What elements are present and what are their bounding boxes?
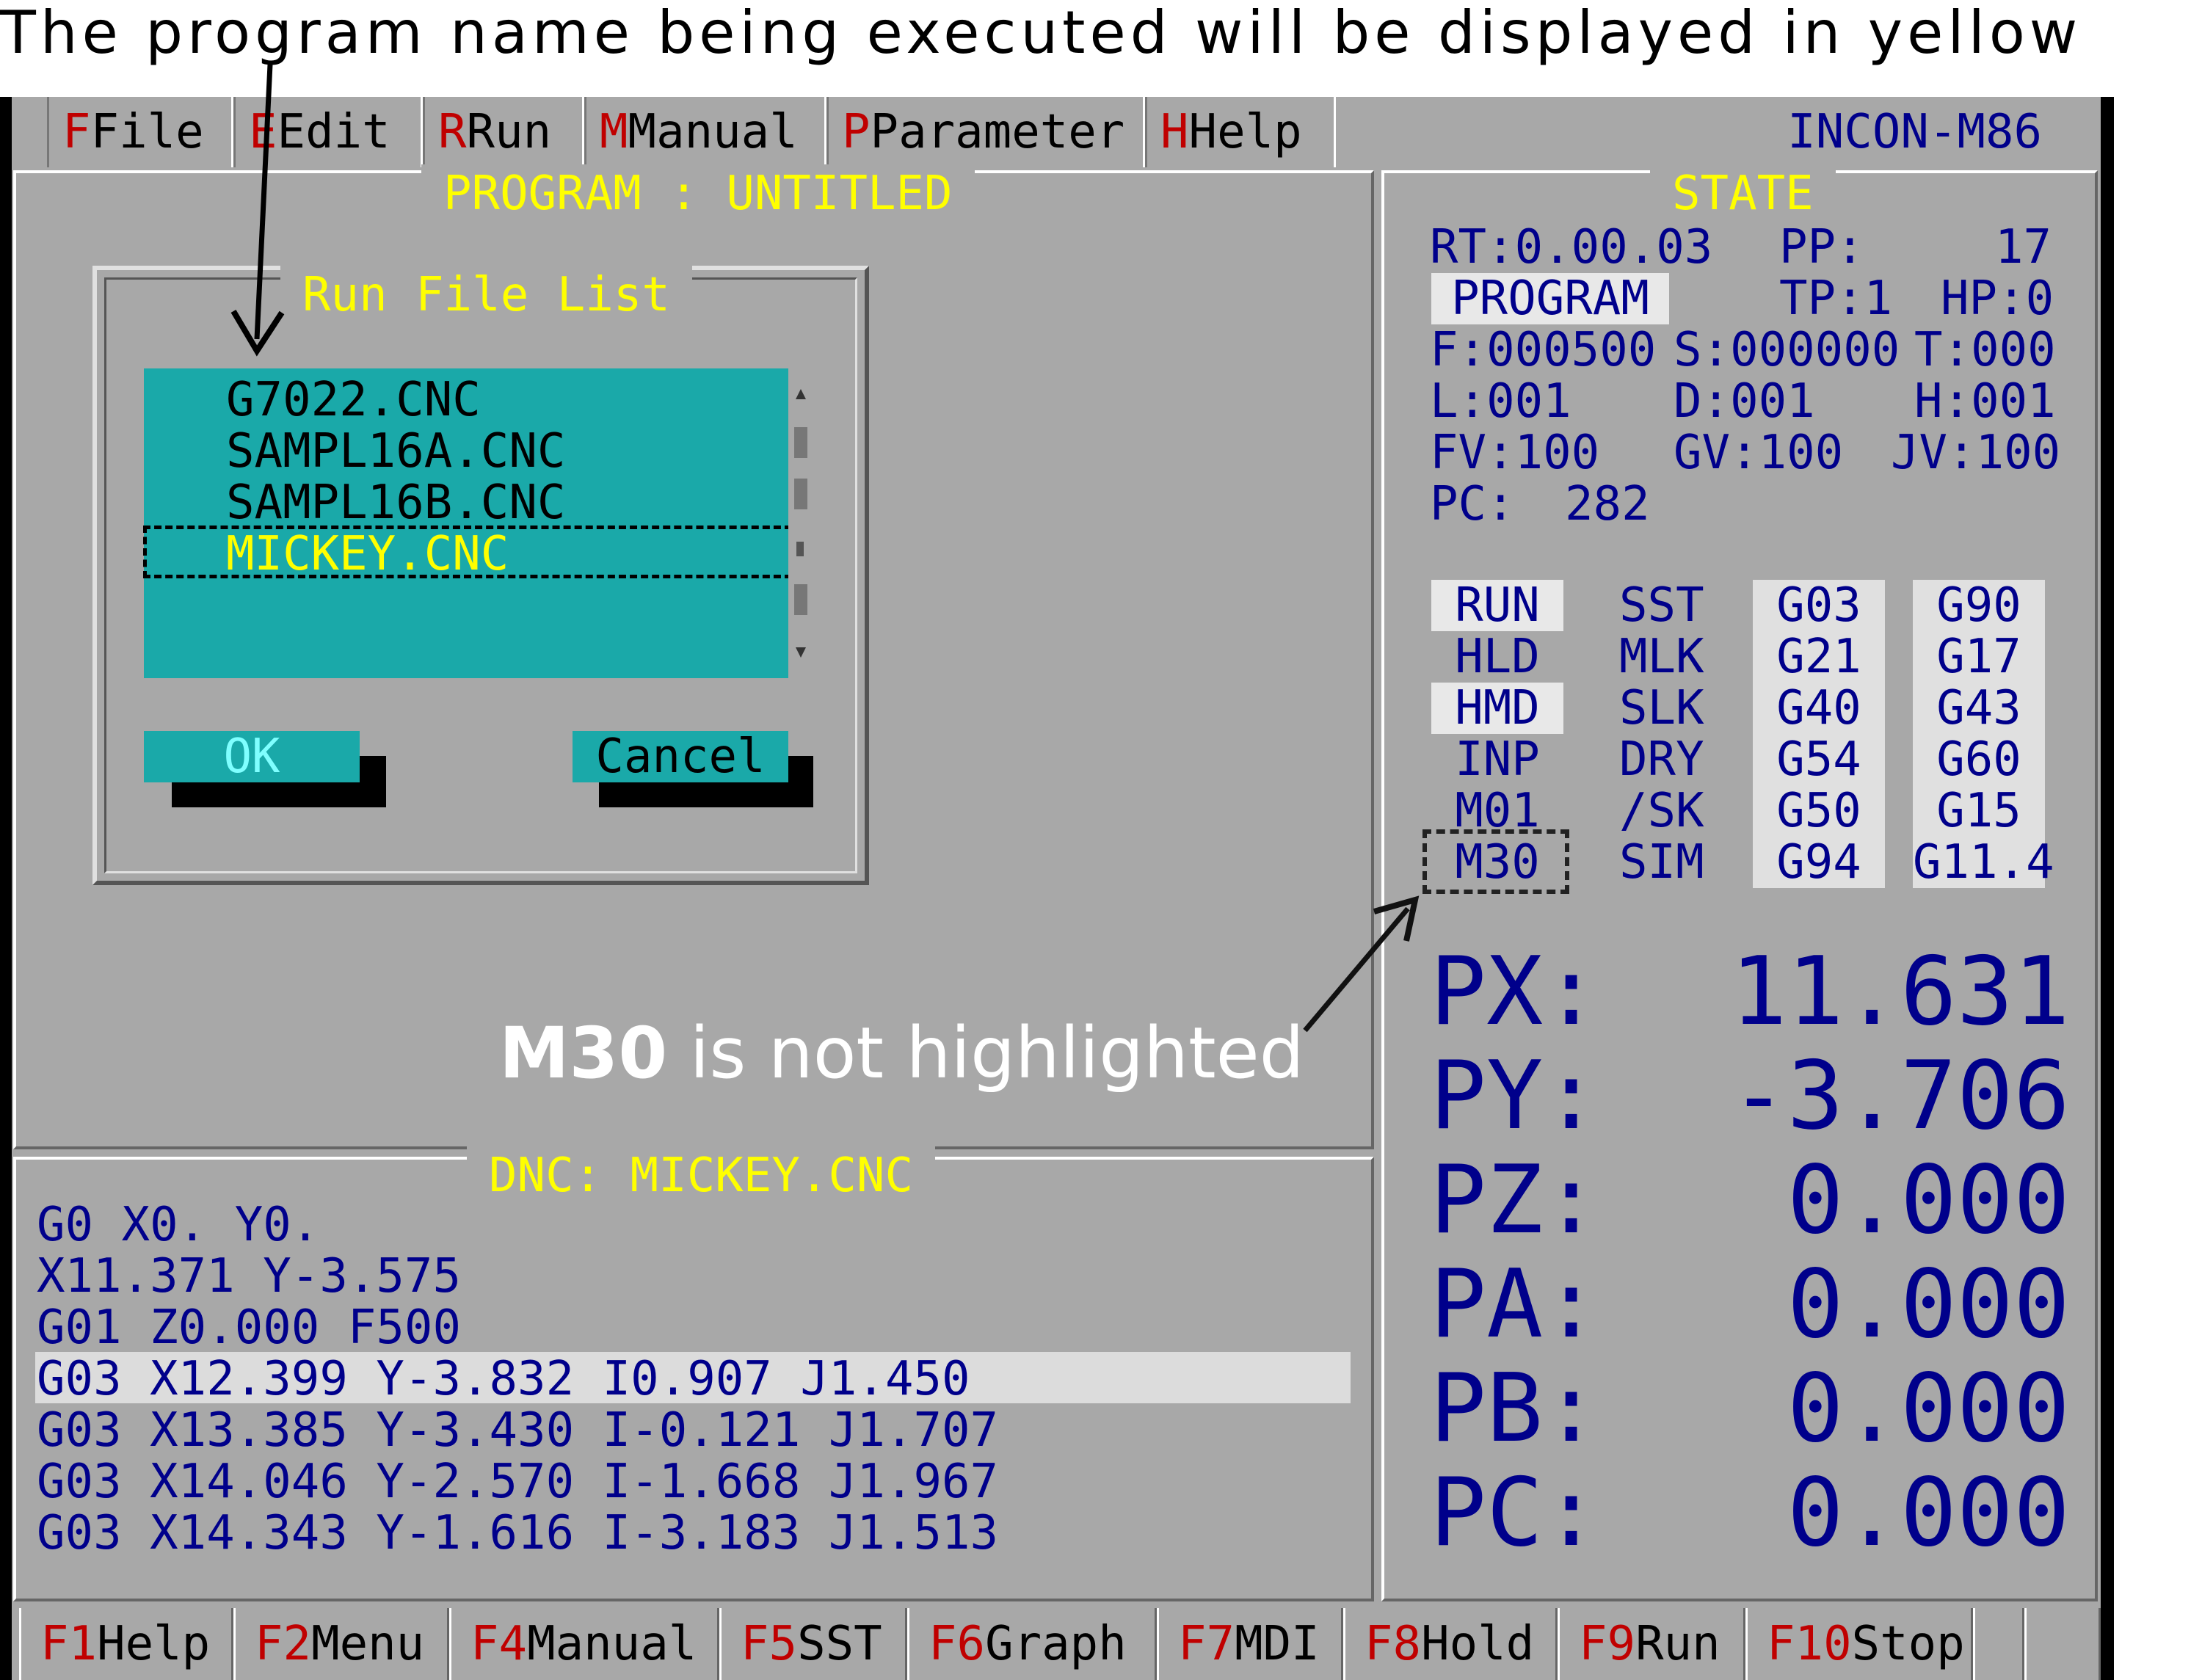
m30-arrow-icon: [1303, 895, 1420, 1033]
annotation-arrows: [230, 64, 1420, 1033]
top-arrow-icon: [230, 64, 285, 357]
